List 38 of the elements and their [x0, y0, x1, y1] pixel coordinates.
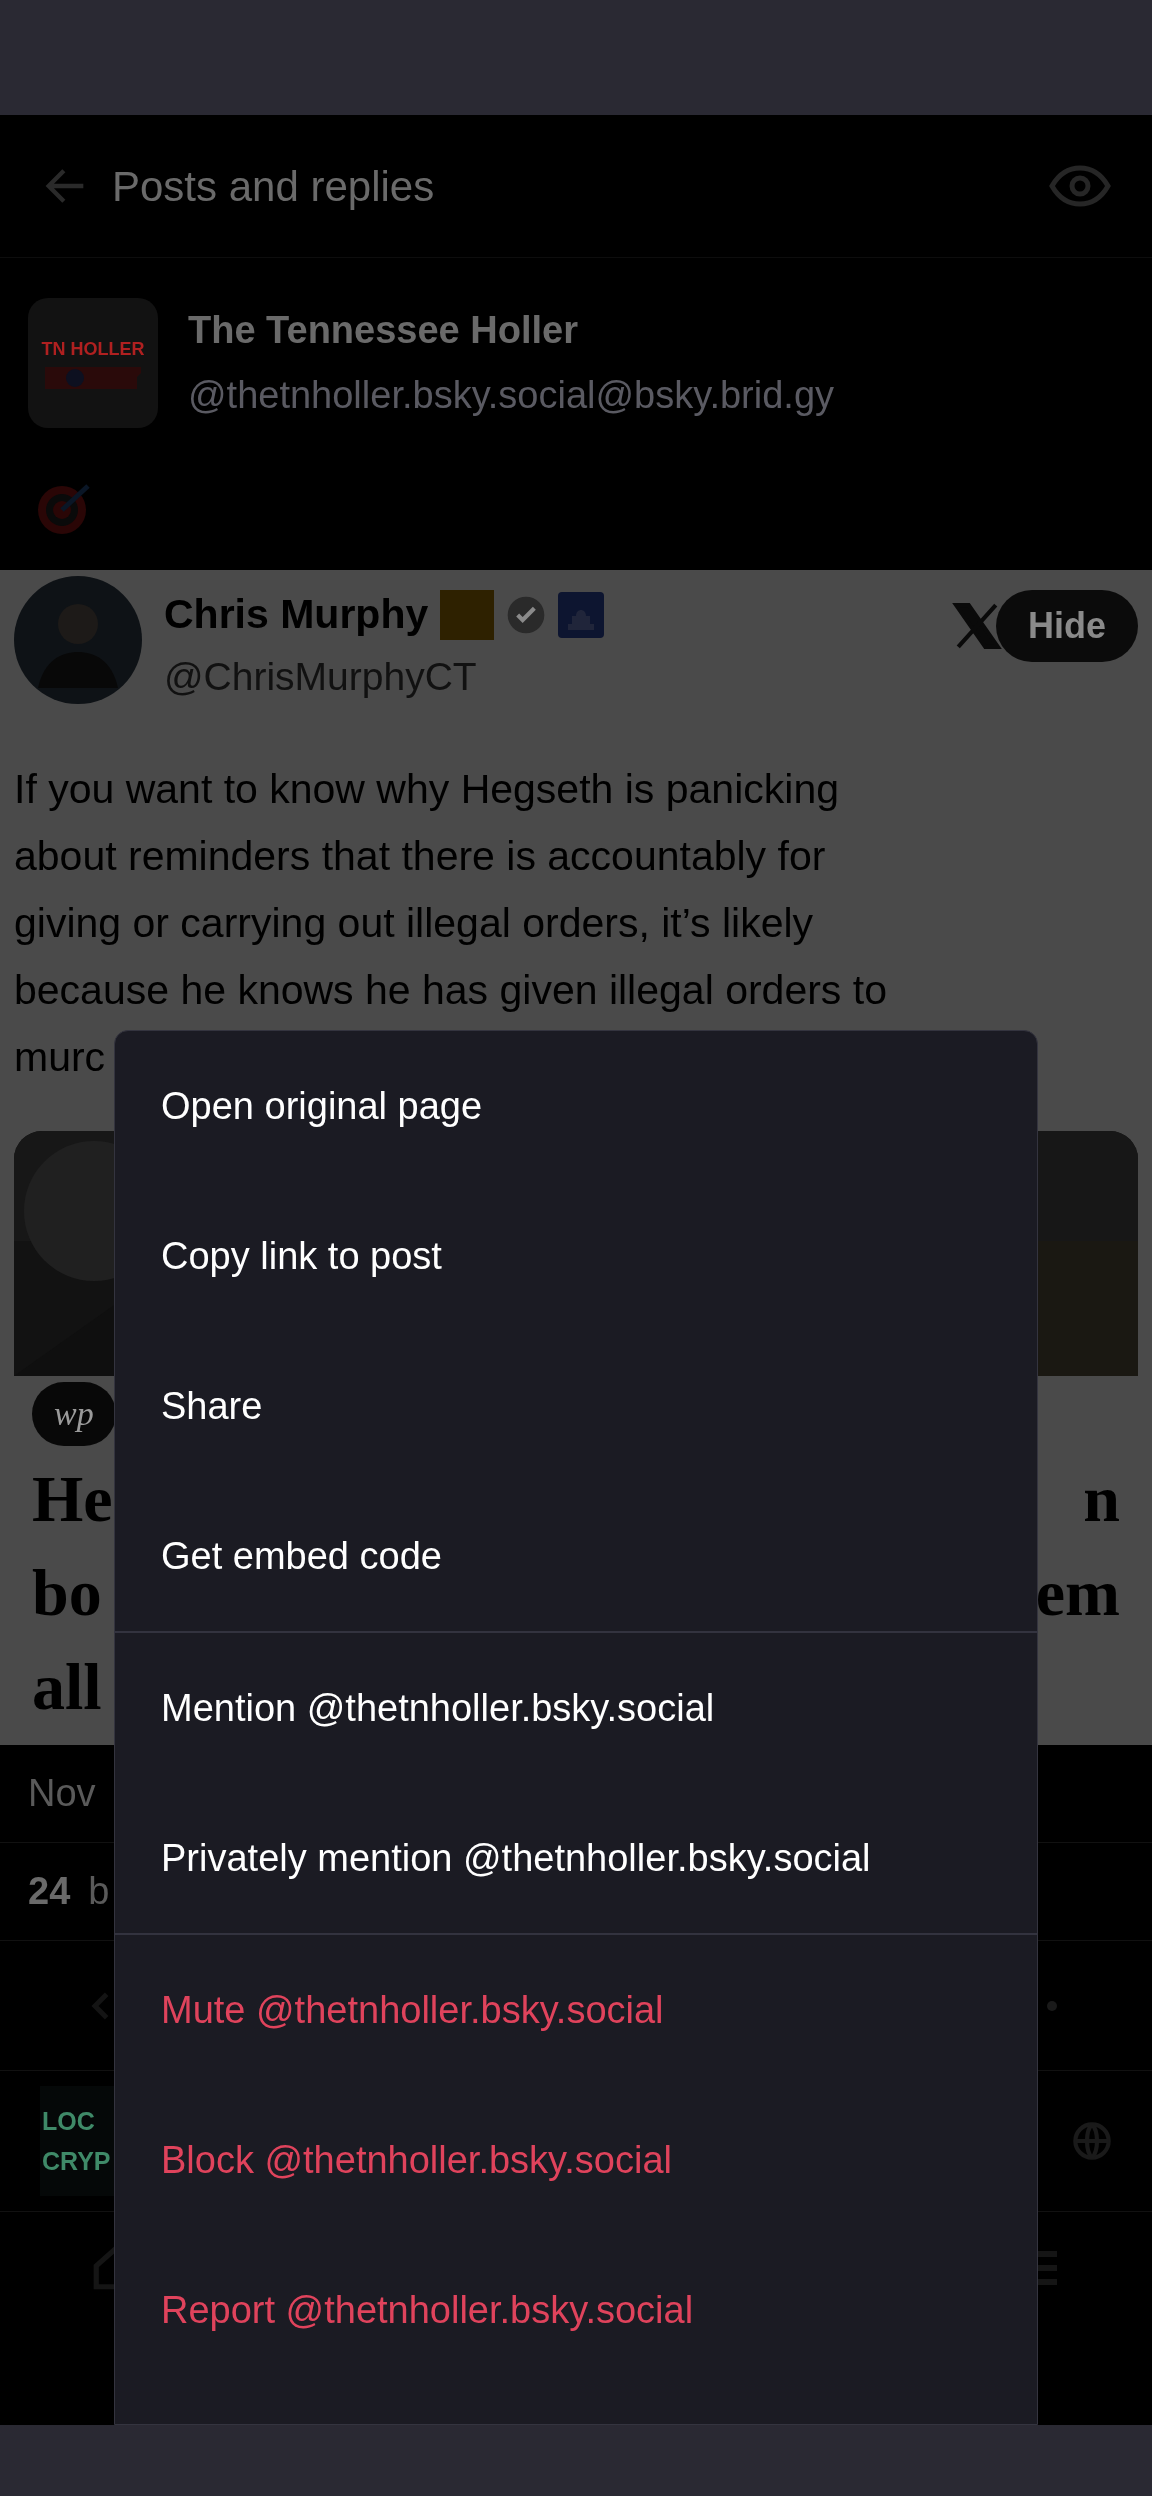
menu-item[interactable]: Mute @thetnholler.bsky.social — [115, 1935, 1037, 2085]
headline-fragment: all — [32, 1649, 103, 1725]
menu-item[interactable]: Block @thetnholler.bsky.social — [115, 2085, 1037, 2235]
post-text-line: about reminders that there is accountably for — [14, 832, 827, 881]
page-title: Posts and replies — [112, 161, 435, 212]
author-name: Chris Murphy — [164, 590, 429, 639]
globe-icon — [1072, 2121, 1112, 2161]
square-icon — [440, 589, 495, 640]
headline-fragment: em — [1035, 1555, 1120, 1631]
profile-handle: @thetnholler.bsky.social@bsky.brid.gy — [188, 373, 835, 418]
verified-badge-icon — [506, 594, 547, 635]
headline-fragment: He — [32, 1461, 113, 1537]
capitol-icon — [558, 591, 605, 638]
banner-text: LOC — [42, 2106, 96, 2137]
logo-text: TN HOLLER — [41, 337, 145, 361]
post-text-line: giving or carrying out illegal orders, it’s likely — [14, 899, 815, 948]
source-badge: wp — [32, 1382, 116, 1446]
menu-item[interactable]: Mention @thetnholler.bsky.social — [115, 1633, 1037, 1783]
menu-item[interactable]: Get embed code — [115, 1481, 1037, 1631]
author-handle: @ChrisMurphyCT — [164, 653, 478, 700]
x-logo-icon — [952, 603, 1002, 649]
banner-text: CRYP — [42, 2146, 112, 2177]
eye-icon[interactable] — [1048, 164, 1112, 208]
menu-item[interactable]: Privately mention @thetnholler.bsky.social — [115, 1783, 1037, 1933]
profile-name: The Tennessee Holler — [188, 308, 579, 353]
boost-count: 24 — [28, 1869, 71, 1914]
menu-item[interactable]: Open original page — [115, 1031, 1037, 1181]
menu-item[interactable]: Copy link to post — [115, 1181, 1037, 1331]
boost-label: b — [88, 1869, 110, 1914]
post-text-line: because he knows he has given illegal orders to — [14, 966, 888, 1015]
post-date: Nov — [28, 1771, 96, 1816]
menu-item[interactable]: Share — [115, 1331, 1037, 1481]
hide-button[interactable]: Hide — [996, 590, 1138, 662]
menu-item[interactable]: Report @thetnholler.bsky.social — [115, 2235, 1037, 2385]
post-text-line: If you want to know why Hegseth is panicking — [14, 765, 840, 814]
post-text-line: murc — [14, 1033, 107, 1082]
headline-fragment: n — [1083, 1461, 1120, 1537]
headline-fragment: bo — [32, 1555, 103, 1631]
